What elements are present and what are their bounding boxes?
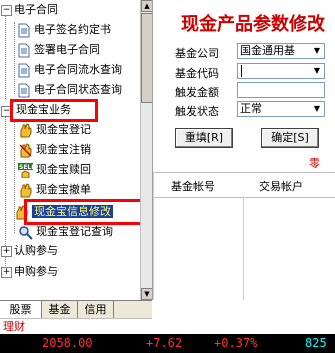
trigger-amount-input[interactable] (237, 82, 325, 98)
text-cursor (241, 65, 242, 77)
form-panel: 现金产品参数修改 基金公司 国金通用基 ▼ 基金代码 ▼ 触发金额 触发状态 正… (153, 0, 335, 334)
tree-item-contract-0[interactable]: 电子签名约定书 (18, 21, 111, 39)
market-tabs: 股票 基金 信用 (0, 300, 152, 319)
sell-icon: SELL (18, 162, 35, 178)
market-status-bar: 2058.00 +7.62 +0.37% 825 (0, 334, 335, 353)
fund-code-select[interactable]: ▼ (237, 63, 325, 79)
tree-item-contract-1[interactable]: 签署电子合同 (18, 41, 100, 59)
tree-group-apply[interactable]: 申购参与 (14, 263, 58, 281)
trigger-status-select[interactable]: 正常 ▼ (237, 101, 325, 117)
vertical-scrollbar[interactable]: ▲ ▼ (140, 0, 152, 300)
reset-button[interactable]: 重填[R] (175, 128, 233, 148)
expand-toggle[interactable]: − (1, 5, 12, 16)
fund-company-label: 基金公司 (175, 47, 219, 60)
hand-icon (18, 122, 33, 138)
document-icon (18, 63, 30, 78)
tab-stock[interactable]: 股票 (0, 301, 42, 318)
trigger-status-label: 触发状态 (175, 105, 219, 118)
scroll-down-icon[interactable]: ▼ (141, 288, 152, 300)
document-icon (18, 23, 30, 38)
licai-row: 理财 (0, 318, 152, 335)
tab-licai[interactable]: 理财 (3, 320, 25, 334)
column-header-fund-account[interactable]: 基金帐号 (171, 178, 215, 194)
tree-item-contract-2[interactable]: 电子合同流水查询 (18, 61, 122, 79)
expand-toggle[interactable]: + (1, 246, 12, 257)
document-icon (18, 83, 30, 98)
confirm-button[interactable]: 确定[S] (261, 128, 319, 148)
tree-line (5, 13, 6, 99)
expand-toggle[interactable]: + (1, 267, 12, 278)
highlight-box (10, 99, 98, 122)
chevron-down-icon[interactable]: ▼ (310, 102, 324, 116)
tree-line (14, 22, 15, 94)
tree-group-subscribe[interactable]: 认购参与 (14, 242, 58, 260)
fund-company-select[interactable]: 国金通用基 ▼ (237, 43, 325, 59)
document-icon (18, 43, 30, 58)
grid-line (153, 172, 154, 300)
scroll-thumb[interactable] (141, 13, 152, 103)
svg-text:SELL: SELL (19, 164, 33, 171)
tree-item-cash-0[interactable]: 现金宝登记 (18, 121, 91, 139)
tab-fund[interactable]: 基金 (42, 301, 78, 318)
zero-label: 零 (309, 157, 320, 170)
navigation-tree: − 电子合同 电子签名约定书 签署电子合同 电子合同流水查询 电子合同状态查询 … (0, 0, 153, 300)
magnifier-icon (18, 225, 33, 240)
tree-item-cash-5[interactable]: 现金宝登记查询 (18, 223, 113, 241)
tree-item-cash-2[interactable]: SELL 现金宝赎回 (18, 161, 91, 179)
table-header: 基金帐号 交易帐户 (153, 172, 335, 198)
tree-group-contract[interactable]: 电子合同 (14, 1, 58, 19)
tree-item-cash-3[interactable]: 现金宝撤单 (18, 181, 91, 199)
chevron-down-icon[interactable]: ▼ (310, 44, 324, 58)
chevron-down-icon[interactable]: ▼ (310, 64, 324, 78)
hand-icon (18, 142, 33, 158)
grid-line (243, 196, 244, 300)
fund-code-label: 基金代码 (175, 67, 219, 80)
tree-item-contract-3[interactable]: 电子合同状态查询 (18, 81, 122, 99)
hand-icon (18, 182, 33, 198)
index-change: +7.62 (146, 336, 183, 350)
index-value: 2058.00 (42, 336, 93, 350)
tree-item-cash-1[interactable]: 现金宝注销 (18, 141, 91, 159)
index-percent: +0.37% (214, 336, 258, 350)
page-title: 现金产品参数修改 (181, 14, 325, 35)
trigger-amount-label: 触发金额 (175, 86, 219, 99)
highlight-box (24, 199, 144, 225)
group-label: 电子合同 (14, 3, 58, 16)
scroll-up-icon[interactable]: ▲ (141, 0, 152, 12)
tab-credit[interactable]: 信用 (78, 301, 114, 318)
column-header-trade-account[interactable]: 交易帐户 (259, 178, 303, 194)
volume-value: 825 (305, 336, 327, 350)
